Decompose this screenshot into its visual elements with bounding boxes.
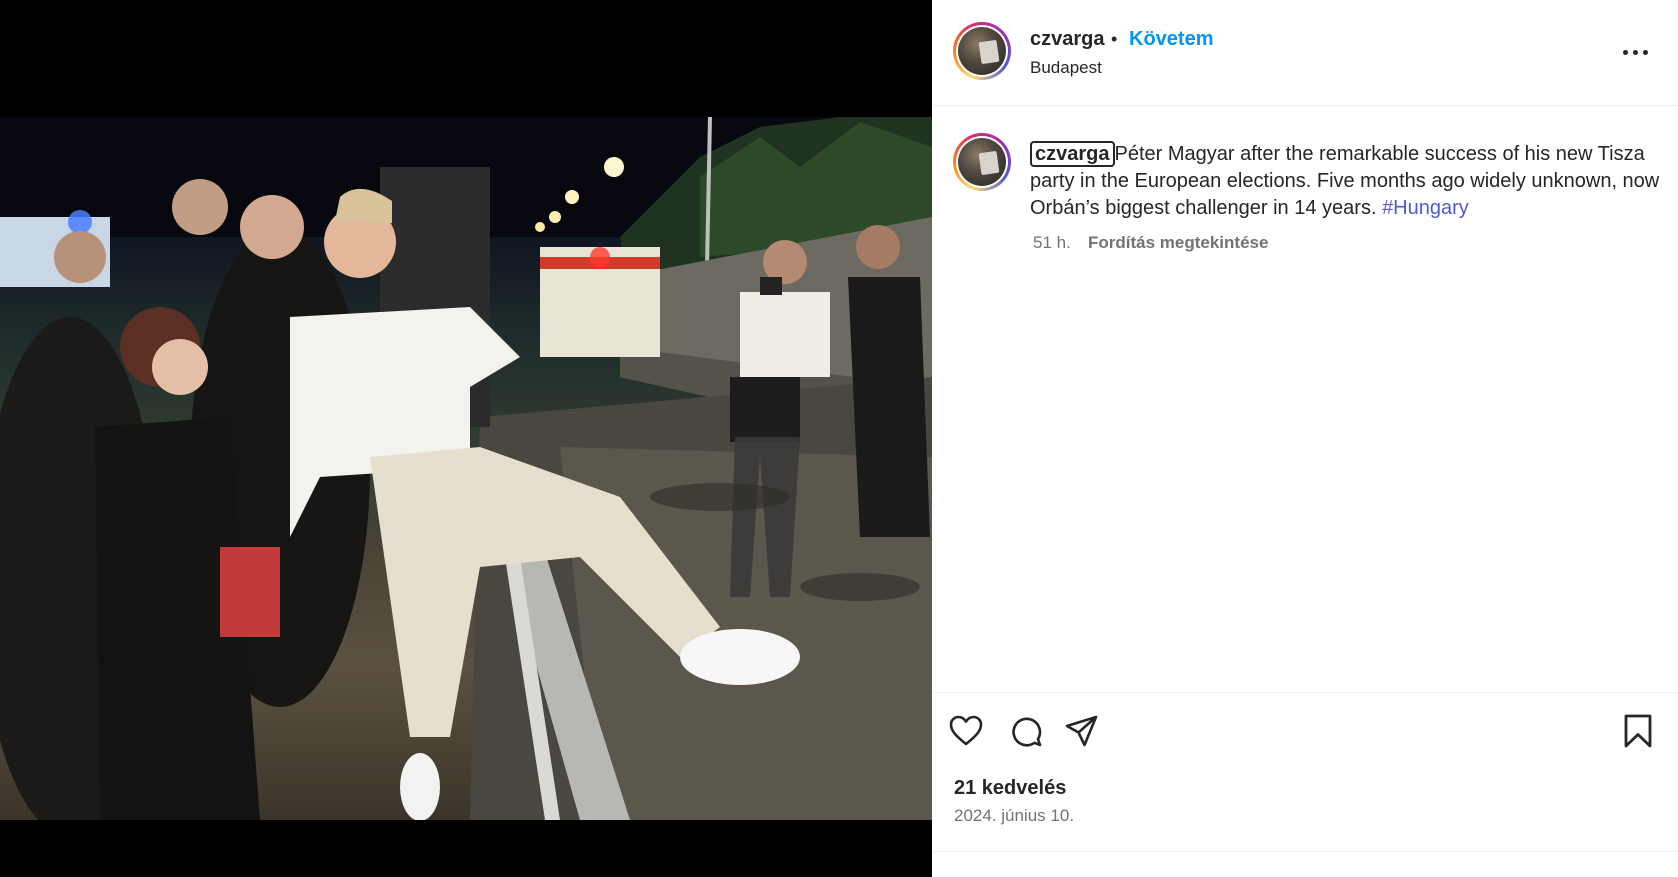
- post-header: czvarga • Követem Budapest: [932, 0, 1678, 106]
- avatar-image: [958, 27, 1006, 75]
- post-side-panel: czvarga • Követem Budapest czvarga Péter …: [932, 0, 1678, 877]
- post-date[interactable]: 2024. június 10.: [954, 806, 1074, 826]
- heart-icon[interactable]: [948, 713, 984, 749]
- avatar-frame: [956, 136, 1008, 188]
- bookmark-icon[interactable]: [1620, 713, 1656, 749]
- divider: [932, 851, 1678, 852]
- more-options-icon[interactable]: [1622, 40, 1652, 64]
- post-caption: czvarga Péter Magyar after the remarkable…: [1030, 141, 1660, 222]
- comment-icon[interactable]: [1007, 713, 1043, 749]
- caption-avatar[interactable]: [953, 133, 1011, 191]
- follow-button[interactable]: Követem: [1129, 28, 1213, 51]
- see-translation-button[interactable]: Fordítás megtekintése: [1088, 233, 1268, 253]
- post-location[interactable]: Budapest: [1030, 58, 1102, 78]
- more-dot: [1633, 50, 1638, 55]
- caption-username[interactable]: czvarga: [1030, 141, 1115, 167]
- author-avatar[interactable]: [953, 22, 1011, 80]
- more-dot: [1643, 50, 1648, 55]
- photo-illustration: [0, 117, 932, 820]
- more-dot: [1623, 50, 1628, 55]
- caption-time[interactable]: 51 h.: [1033, 233, 1071, 253]
- author-username[interactable]: czvarga: [1030, 28, 1105, 51]
- likes-count[interactable]: 21 kedvelés: [954, 777, 1066, 800]
- share-icon[interactable]: [1064, 713, 1100, 749]
- avatar-image: [958, 138, 1006, 186]
- avatar-frame: [956, 25, 1008, 77]
- caption-text: Péter Magyar after the remarkable succes…: [1030, 143, 1660, 219]
- post-media[interactable]: [0, 0, 932, 877]
- caption-hashtag[interactable]: #Hungary: [1382, 197, 1469, 219]
- post-photo[interactable]: [0, 117, 932, 820]
- header-separator: •: [1111, 29, 1118, 49]
